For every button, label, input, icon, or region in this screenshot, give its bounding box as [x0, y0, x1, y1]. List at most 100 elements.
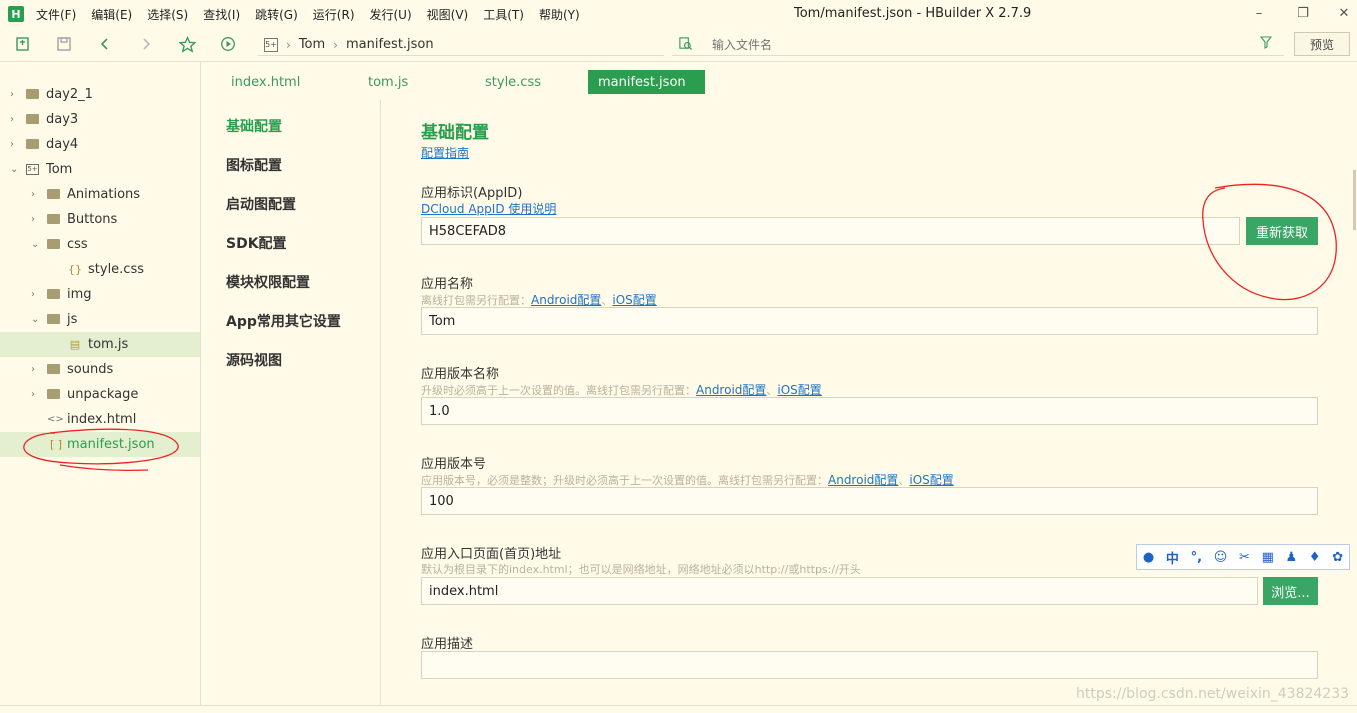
preview-button[interactable]: 预览: [1294, 32, 1350, 56]
tree-item[interactable]: › sounds: [0, 357, 200, 382]
tree-item[interactable]: › day2_1: [0, 82, 200, 107]
menu-select[interactable]: 选择(S): [147, 6, 188, 23]
menu-find[interactable]: 查找(I): [203, 6, 240, 23]
maximize-button[interactable]: ❐: [1293, 4, 1313, 24]
chevron-right-icon[interactable]: ›: [31, 389, 41, 400]
config-guide-link[interactable]: 配置指南: [421, 144, 469, 161]
app-desc-input[interactable]: [421, 651, 1318, 679]
menu-view[interactable]: 视图(V): [427, 6, 469, 23]
tree-item[interactable]: › day3: [0, 107, 200, 132]
nav-icon-config[interactable]: 图标配置: [226, 155, 282, 175]
nav-module-permission[interactable]: 模块权限配置: [226, 272, 310, 292]
folder-icon: [26, 88, 40, 101]
menu-file[interactable]: 文件(F): [36, 6, 76, 23]
skin-icon[interactable]: ♦: [1309, 550, 1321, 565]
window-title: Tom/manifest.json - HBuilder X 2.7.9: [794, 6, 1032, 21]
appid-help-link[interactable]: DCloud AppID 使用说明: [421, 200, 556, 217]
entry-page-input[interactable]: index.html: [421, 577, 1258, 605]
breadcrumb-project[interactable]: Tom: [299, 37, 325, 52]
tree-item[interactable]: › Buttons: [0, 207, 200, 232]
close-button[interactable]: ✕: [1334, 4, 1354, 24]
tab-manifest-json[interactable]: manifest.json: [588, 70, 705, 94]
page-title: 基础配置: [421, 123, 489, 143]
chevron-down-icon[interactable]: ⌄: [31, 314, 41, 325]
form-scrollbar[interactable]: [1353, 170, 1356, 230]
settings-icon[interactable]: ✿: [1332, 550, 1343, 565]
tree-item[interactable]: › Animations: [0, 182, 200, 207]
nav-sdk-config[interactable]: SDK配置: [226, 233, 287, 253]
entry-page-label: 应用入口页面(首页)地址: [421, 547, 562, 562]
ime-logo-icon[interactable]: ●: [1143, 550, 1154, 565]
chevron-right-icon[interactable]: ›: [31, 214, 41, 225]
tab-index-html[interactable]: index.html: [231, 70, 300, 94]
version-name-input[interactable]: 1.0: [421, 397, 1318, 425]
android-config-link[interactable]: Android配置: [828, 473, 898, 487]
menu-goto[interactable]: 跳转(G): [255, 6, 298, 23]
browse-button[interactable]: 浏览...: [1263, 577, 1318, 605]
tree-item[interactable]: ▤ tom.js: [0, 332, 200, 357]
tree-item[interactable]: <> index.html: [0, 407, 200, 432]
version-code-label: 应用版本号: [421, 457, 487, 472]
version-code-hint: 应用版本号，必须是整数；升级时必须高于上一次设置的值。离线打包需另行配置：And…: [421, 471, 954, 488]
emoji-icon[interactable]: ☺: [1214, 550, 1228, 565]
chevron-right-icon[interactable]: ›: [10, 114, 20, 125]
menu-tools[interactable]: 工具(T): [483, 6, 524, 23]
star-icon[interactable]: [177, 35, 197, 54]
tab-style-css[interactable]: style.css: [485, 70, 541, 94]
appid-input[interactable]: H58CEFAD8: [421, 217, 1240, 245]
nav-basic-config[interactable]: 基础配置: [226, 116, 282, 136]
punctuation-icon[interactable]: °,: [1191, 550, 1202, 565]
chevron-right-icon[interactable]: ›: [31, 289, 41, 300]
tree-item[interactable]: {} style.css: [0, 257, 200, 282]
chevron-right-icon[interactable]: ›: [10, 139, 20, 150]
chinese-mode-icon[interactable]: 中: [1166, 548, 1179, 567]
chevron-right-icon: ›: [333, 37, 338, 52]
hint-text: 升级时必须高于上一次设置的值。离线打包需另行配置：: [421, 384, 696, 397]
android-config-link[interactable]: Android配置: [531, 293, 601, 307]
tree-item[interactable]: ⌄ css: [0, 232, 200, 257]
file-search-input[interactable]: [712, 36, 1212, 54]
refresh-appid-button[interactable]: 重新获取: [1246, 217, 1318, 245]
tree-item[interactable]: [ ] manifest.json: [0, 432, 200, 457]
user-icon[interactable]: ♟: [1286, 550, 1298, 565]
tree-item[interactable]: ⌄ 5+ Tom: [0, 157, 200, 182]
nav-source-view[interactable]: 源码视图: [226, 350, 282, 370]
version-code-input[interactable]: 100: [421, 487, 1318, 515]
save-icon[interactable]: [55, 36, 73, 54]
tree-item[interactable]: ⌄ js: [0, 307, 200, 332]
settings-form: 基础配置 配置指南 应用标识(AppID) DCloud AppID 使用说明 …: [381, 100, 1357, 713]
breadcrumb-file[interactable]: manifest.json: [346, 37, 434, 52]
chevron-left-icon[interactable]: [96, 36, 114, 54]
menu-publish[interactable]: 发行(U): [370, 6, 412, 23]
tab-tom-js[interactable]: tom.js: [368, 70, 408, 94]
menu-run[interactable]: 运行(R): [313, 6, 355, 23]
nav-splash-config[interactable]: 启动图配置: [226, 194, 296, 214]
folder-icon: [26, 138, 40, 151]
app-name-input[interactable]: Tom: [421, 307, 1318, 335]
filter-icon[interactable]: [1259, 36, 1273, 52]
new-file-icon[interactable]: [14, 36, 32, 54]
menu-edit[interactable]: 编辑(E): [91, 6, 132, 23]
tree-item[interactable]: › day4: [0, 132, 200, 157]
scissors-icon[interactable]: ✂: [1239, 550, 1250, 565]
folder-icon: [47, 388, 61, 401]
chevron-right-icon[interactable]: ›: [31, 364, 41, 375]
chevron-right-icon[interactable]: ›: [10, 89, 20, 100]
android-config-link[interactable]: Android配置: [696, 383, 766, 397]
chevron-right-icon[interactable]: ›: [31, 189, 41, 200]
minimize-button[interactable]: –: [1249, 4, 1269, 24]
keyboard-icon[interactable]: ▦: [1262, 550, 1274, 565]
tree-item[interactable]: › unpackage: [0, 382, 200, 407]
nav-app-other-settings[interactable]: App常用其它设置: [226, 311, 341, 331]
menu-help[interactable]: 帮助(Y): [539, 6, 580, 23]
chevron-down-icon[interactable]: ⌄: [31, 239, 41, 250]
ios-config-link[interactable]: iOS配置: [909, 473, 953, 487]
ios-config-link[interactable]: iOS配置: [612, 293, 656, 307]
chevron-down-icon[interactable]: ⌄: [10, 164, 20, 175]
tree-item-label: index.html: [67, 412, 137, 427]
tree-item[interactable]: › img: [0, 282, 200, 307]
title-bar: H 文件(F) 编辑(E) 选择(S) 查找(I) 跳转(G) 运行(R) 发行…: [0, 0, 1357, 28]
chevron-right-icon[interactable]: [137, 36, 155, 54]
run-icon[interactable]: [219, 36, 237, 54]
ios-config-link[interactable]: iOS配置: [777, 383, 821, 397]
